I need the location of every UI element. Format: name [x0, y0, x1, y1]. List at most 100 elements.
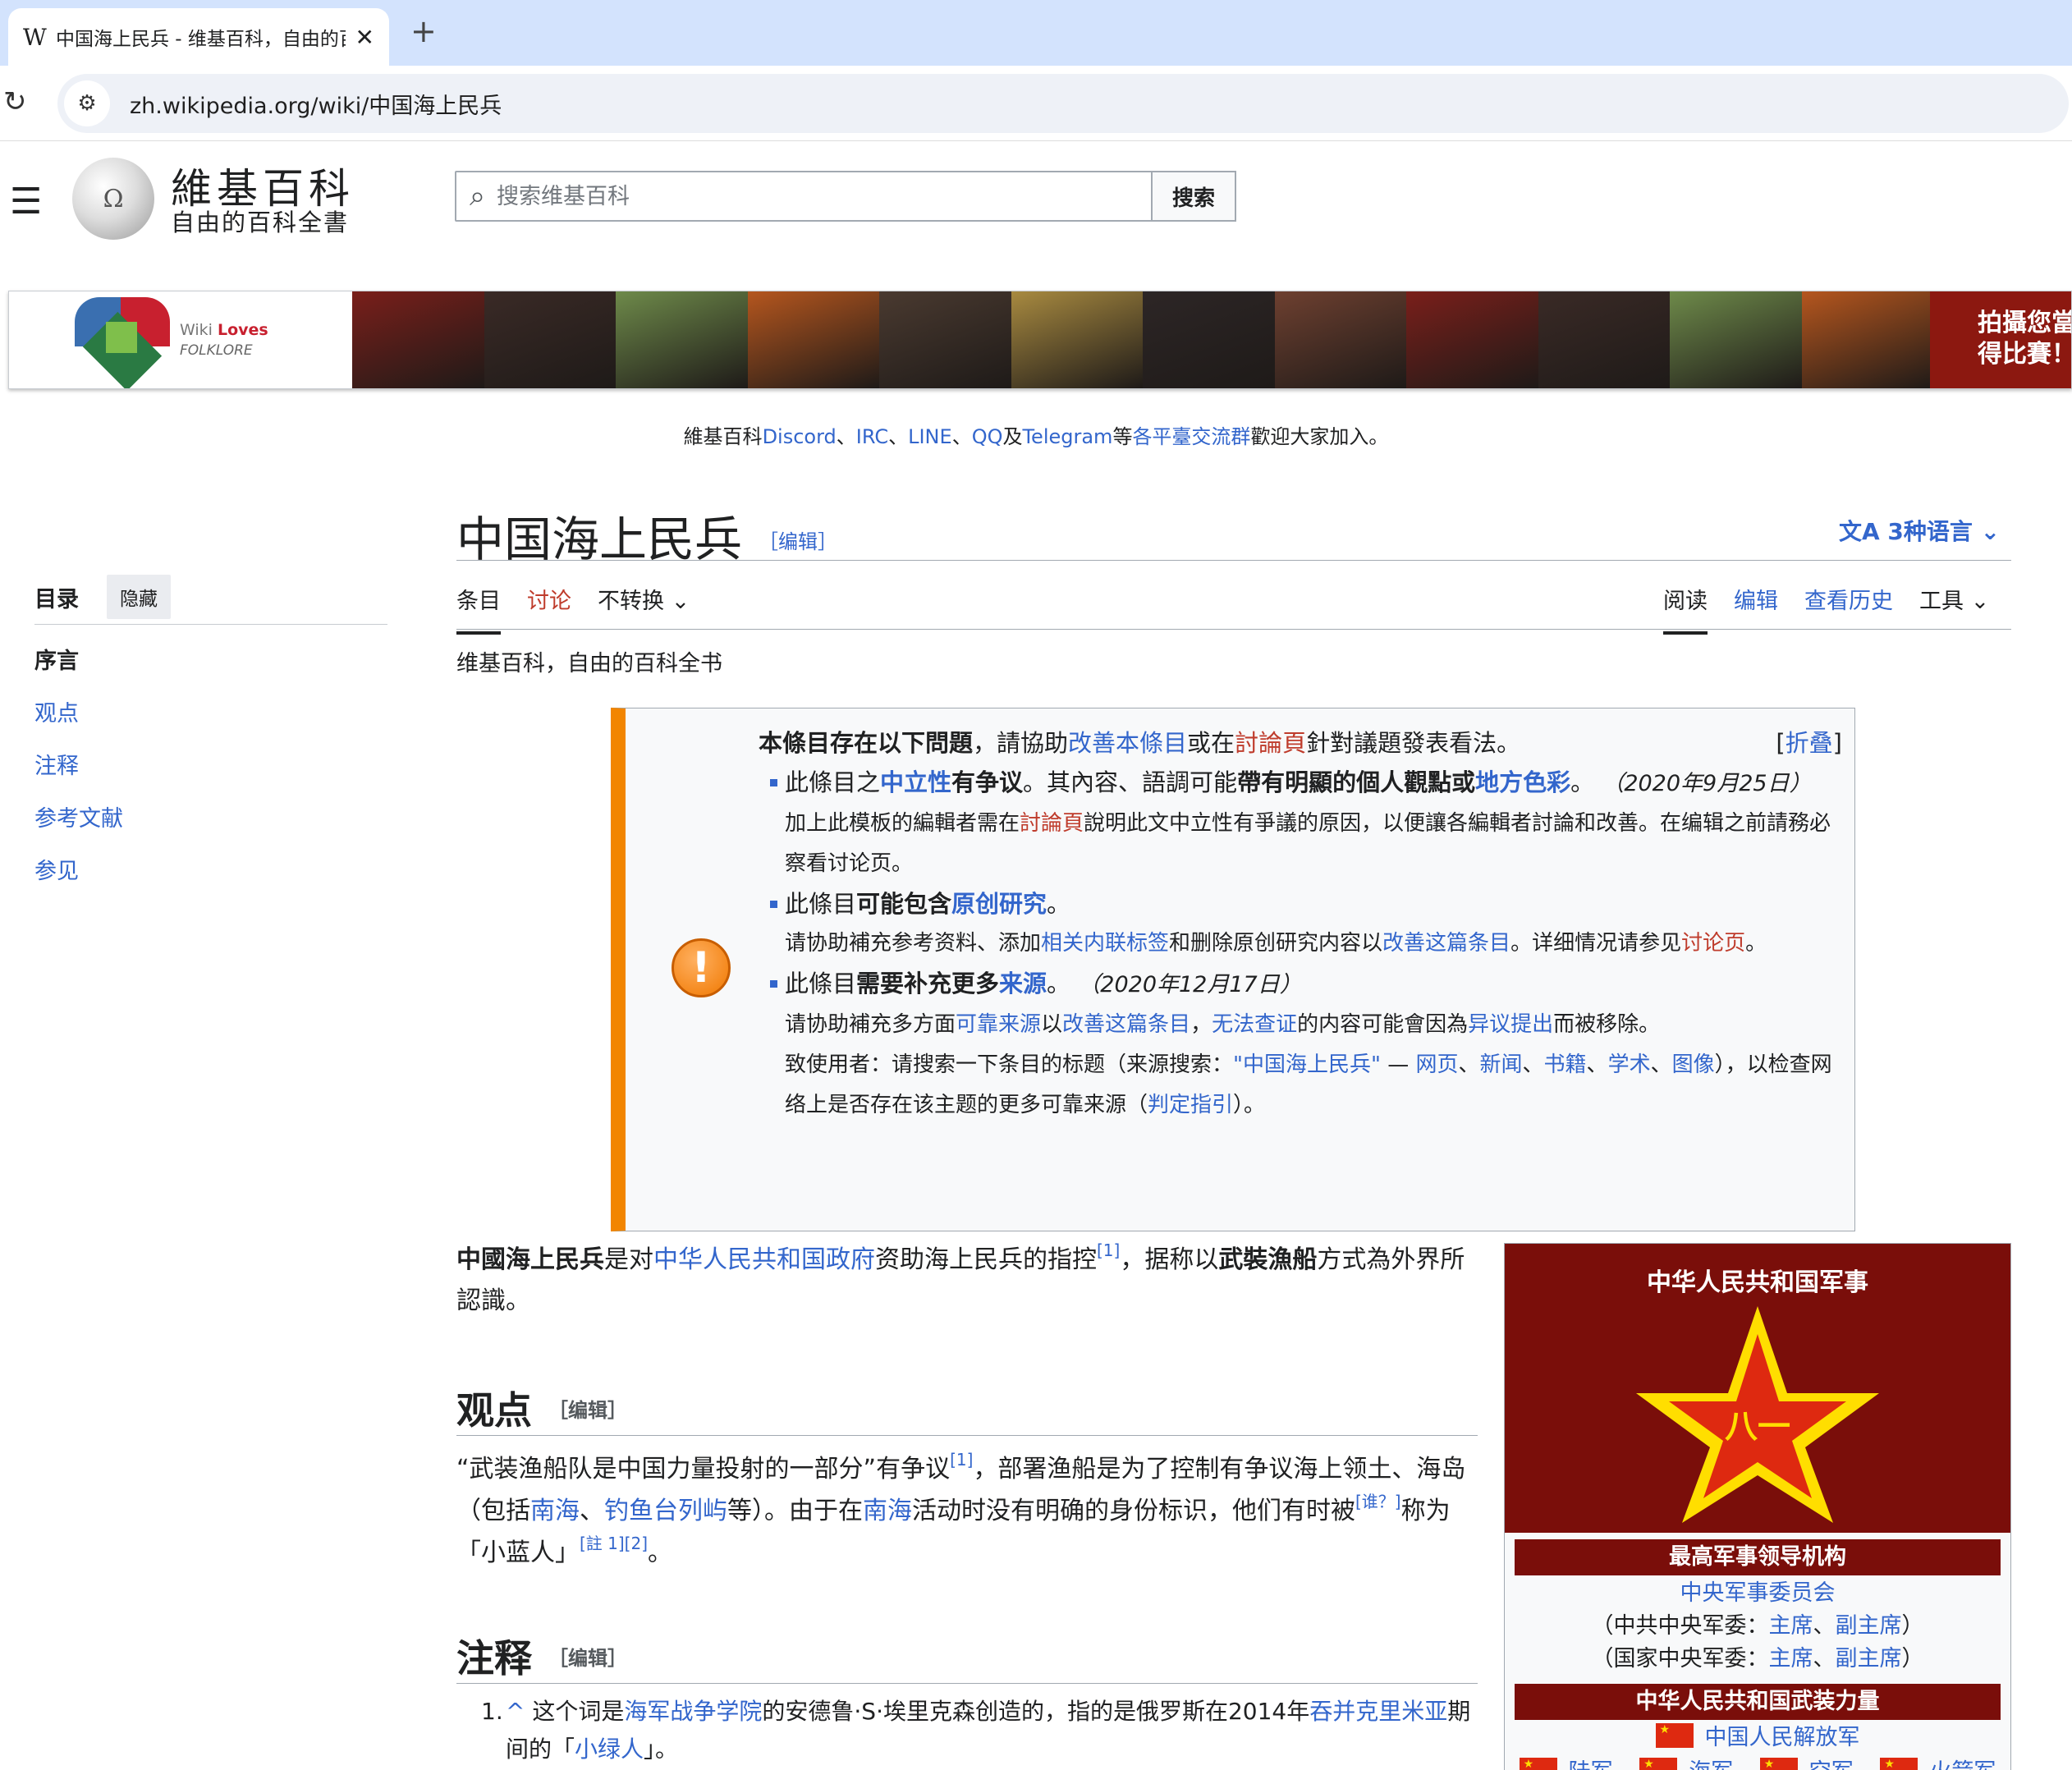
irc-link[interactable]: IRC [856, 425, 888, 448]
title-edit-link[interactable]: ［编辑］ [759, 525, 837, 554]
search-field[interactable]: ⌕ [455, 171, 1153, 222]
tab-history[interactable]: 查看历史 [1804, 583, 1893, 635]
local-color-link[interactable]: 地方色彩 [1475, 768, 1570, 796]
search-query-link[interactable]: "中国海上民兵" [1233, 1052, 1381, 1077]
search-input[interactable] [497, 183, 1072, 209]
crimea-annexation-link[interactable]: 吞并克里米亚 [1309, 1698, 1447, 1725]
issue-original-research: 此條目可能包含原创研究。 [770, 884, 1842, 924]
party-chair-link[interactable]: 主席 [1769, 1613, 1813, 1639]
verifiability-link[interactable]: 无法查证 [1212, 1012, 1297, 1037]
new-tab-button[interactable]: + [410, 13, 437, 49]
state-chair-link[interactable]: 主席 [1769, 1646, 1813, 1671]
discord-link[interactable]: Discord [763, 425, 837, 448]
search-scholar-link[interactable]: 学术 [1608, 1052, 1651, 1077]
line-link[interactable]: LINE [908, 425, 952, 448]
guideline-link[interactable]: 判定指引 [1148, 1093, 1233, 1117]
chevron-down-icon: ⌄ [664, 589, 690, 614]
south-china-sea-link-2[interactable]: 南海 [863, 1497, 912, 1525]
inline-tags-link[interactable]: 相关内联标签 [1041, 931, 1169, 956]
sources-link[interactable]: 来源 [999, 970, 1047, 997]
challenged-link[interactable]: 异议提出 [1468, 1012, 1553, 1037]
collapse-toggle[interactable]: [折叠] [1776, 723, 1842, 763]
south-china-sea-link[interactable]: 南海 [530, 1497, 580, 1525]
search-button[interactable]: 搜索 [1151, 171, 1236, 222]
branch-navy-link[interactable]: 海军 [1689, 1759, 1733, 1770]
tab-tools[interactable]: 工具 ⌄ [1919, 583, 1989, 635]
infobox-section-forces: 中华人民共和国武装力量 [1515, 1684, 2001, 1720]
little-green-men-link[interactable]: 小绿人 [575, 1736, 644, 1763]
improve-article-link-3[interactable]: 改善这篇条目 [1062, 1012, 1190, 1037]
tab-article[interactable]: 条目 [456, 583, 501, 635]
original-research-link[interactable]: 原创研究 [951, 890, 1047, 918]
infobox-title[interactable]: 中华人民共和国军事 [1505, 1262, 2010, 1298]
banner-cta-line2: 得比賽！ [1978, 340, 2072, 369]
logo-subtitle[interactable]: 自由的百科全書 [171, 204, 349, 238]
cmc-link[interactable]: 中央军事委员会 [1680, 1580, 1836, 1606]
toc-item-intro[interactable]: 序言 [34, 645, 123, 698]
puzzle-heart-icon [75, 297, 170, 388]
pla-link[interactable]: 中国人民解放军 [1705, 1725, 1860, 1750]
wikipedia-globe-logo-icon[interactable]: Ω [72, 158, 154, 240]
toc-hide-button[interactable]: 隐藏 [107, 575, 171, 619]
toc-list: 序言 观点 注释 参考文献 参见 [34, 645, 123, 908]
banner-photo-strip [352, 291, 1933, 388]
tab-read[interactable]: 阅读 [1663, 583, 1708, 635]
qq-link[interactable]: QQ [972, 425, 1003, 448]
prc-government-link[interactable]: 中华人民共和国政府 [653, 1245, 875, 1274]
wiki-loves-folklore-banner[interactable]: Wiki Loves FOLKLORE 拍攝您當 得比賽！ [8, 291, 2072, 389]
research-talk-link[interactable]: 讨论页 [1681, 931, 1745, 956]
backlink-caret[interactable]: ^ [506, 1698, 525, 1725]
search-web-link[interactable]: 网页 [1415, 1052, 1458, 1077]
language-button[interactable]: 文A 3种语言 ⌄ [1839, 514, 2000, 547]
close-tab-icon[interactable]: ✕ [355, 24, 374, 51]
emblem-text: 八一 [1725, 1408, 1790, 1446]
reload-icon[interactable]: ↻ [3, 85, 27, 118]
main-menu-icon[interactable]: ☰ [10, 181, 42, 222]
banner-photo [1670, 291, 1802, 388]
state-vice-chair-link[interactable]: 副主席 [1836, 1646, 1902, 1671]
translate-icon: 文A [1839, 518, 1880, 545]
naval-war-college-link[interactable]: 海军战争学院 [624, 1698, 762, 1725]
branch-rocket-link[interactable]: 火箭军 [1929, 1759, 1996, 1770]
toc-title: 目录 [34, 586, 79, 612]
neutrality-talk-link[interactable]: 討論頁 [1020, 811, 1084, 836]
banner-photo [616, 291, 748, 388]
pla-emblem-star-icon[interactable]: 八一 [1631, 1301, 1884, 1528]
toc-item-notes[interactable]: 注释 [34, 750, 123, 803]
search-news-link[interactable]: 新闻 [1480, 1052, 1523, 1077]
search-images-link[interactable]: 图像 [1672, 1052, 1715, 1077]
toc-item-see-also[interactable]: 参见 [34, 855, 123, 908]
improve-article-link-2[interactable]: 改善这篇条目 [1382, 931, 1510, 956]
military-navbox: 中华人民共和国军事 八一 最高军事领导机构 中央军事委员会 （中共中央军委：主席… [1504, 1243, 2011, 1770]
citation-link[interactable]: [1] [1097, 1240, 1120, 1260]
tab-edit[interactable]: 编辑 [1734, 583, 1778, 635]
telegram-link[interactable]: Telegram [1022, 425, 1112, 448]
tab-variant[interactable]: 不转换 ⌄ [598, 583, 690, 635]
browser-tab[interactable]: W 中国海上民兵 - 维基百科，自由的百科全书 ✕ [8, 8, 389, 66]
browser-tab-strip: W 中国海上民兵 - 维基百科，自由的百科全书 ✕ + [0, 0, 2072, 66]
who-tag-link[interactable]: [谁？] [1355, 1492, 1401, 1511]
improve-article-link[interactable]: 改善本條目 [1068, 729, 1187, 757]
section-edit-link[interactable]: ［编辑］ [548, 1399, 627, 1422]
toc-item-references[interactable]: 参考文献 [34, 803, 123, 855]
lead-paragraph: 中國海上民兵是对中华人民共和国政府资助海上民兵的指控[1]，据称以武裝漁船方式為… [456, 1240, 1465, 1315]
omnibox[interactable]: ⚙ zh.wikipedia.org/wiki/中国海上民兵 [57, 74, 2069, 133]
note-citation-link[interactable]: [註 1][2] [580, 1534, 648, 1553]
branch-airforce-link[interactable]: 空军 [1809, 1759, 1854, 1770]
banner-photo [1406, 291, 1538, 388]
tab-talk[interactable]: 讨论 [527, 583, 571, 635]
search-books-link[interactable]: 书籍 [1544, 1052, 1587, 1077]
groups-link[interactable]: 各平臺交流群 [1132, 425, 1250, 448]
site-settings-icon[interactable]: ⚙ [64, 80, 110, 126]
talk-page-link[interactable]: 討論頁 [1235, 729, 1306, 757]
toc-item-views[interactable]: 观点 [34, 698, 123, 750]
url-text[interactable]: zh.wikipedia.org/wiki/中国海上民兵 [130, 88, 502, 120]
section-edit-link[interactable]: ［编辑］ [548, 1647, 627, 1670]
party-vice-chair-link[interactable]: 副主席 [1836, 1613, 1902, 1639]
neutrality-link[interactable]: 中立性 [880, 768, 951, 796]
reliable-sources-link[interactable]: 可靠来源 [956, 1012, 1041, 1037]
diaoyu-islands-link[interactable]: 钓鱼台列屿 [604, 1497, 727, 1525]
banner-cta[interactable]: 拍攝您當 得比賽！ [1930, 291, 2072, 388]
citation-link[interactable]: [1] [950, 1450, 973, 1470]
branch-army-link[interactable]: 陆军 [1569, 1759, 1613, 1770]
